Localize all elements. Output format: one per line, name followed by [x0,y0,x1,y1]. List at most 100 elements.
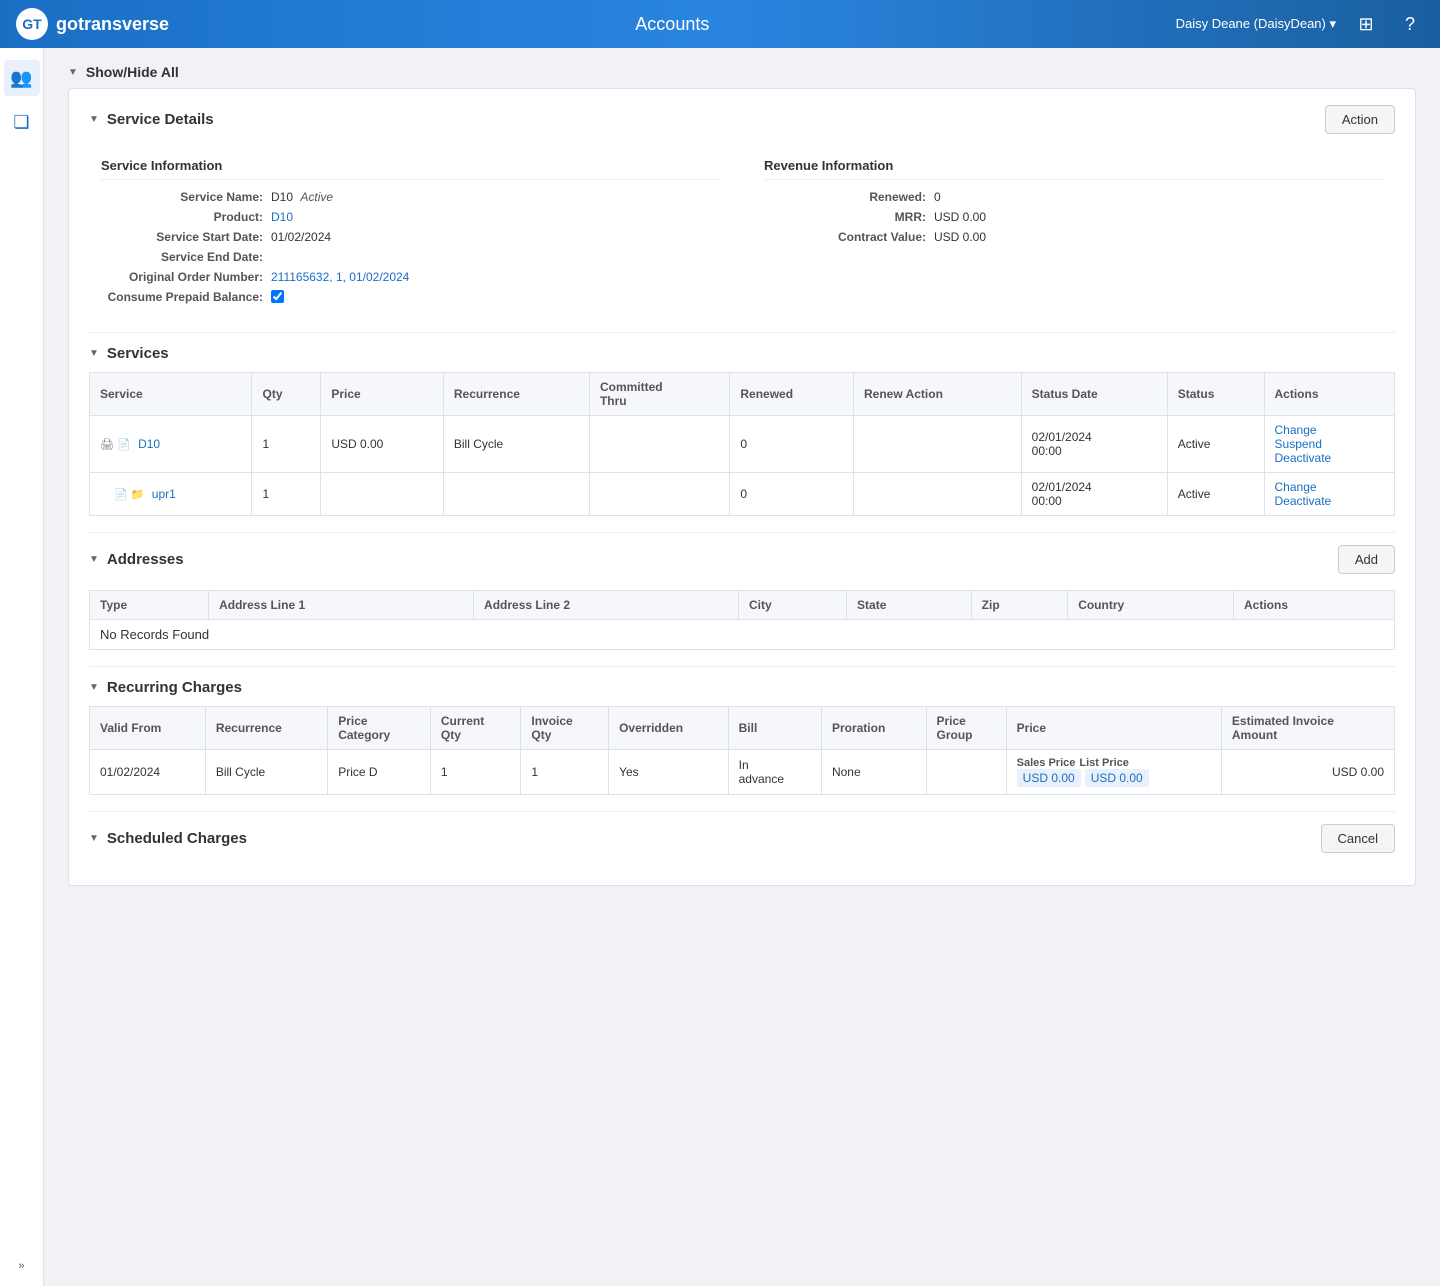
row-icons-upr1: 📄 📁 [114,488,144,501]
recurring-charges-triangle: ▼ [89,682,99,693]
status-date-cell-d10: 02/01/202400:00 [1021,416,1167,473]
recurrence-cell-d10: Bill Cycle [443,416,589,473]
logo-circle: GT [16,8,48,40]
cancel-button[interactable]: Cancel [1321,824,1395,853]
show-hide-triangle: ▼ [68,67,78,78]
deactivate-upr1-action[interactable]: Deactivate [1275,494,1332,508]
addresses-title: ▼ Addresses [89,551,184,568]
services-section: ▼ Services Service Qty Price Recurrence … [89,345,1395,516]
price-values: USD 0.00 USD 0.00 [1017,769,1211,787]
col-state: State [847,591,972,620]
col-service: Service [90,373,252,416]
sidebar-expand-button[interactable]: » [4,1254,40,1278]
show-hide-label: Show/Hide All [86,64,179,80]
change-d10-action[interactable]: Change [1275,423,1317,437]
original-order-link[interactable]: 211165632, 1, 01/02/2024 [271,270,409,284]
help-icon[interactable]: ? [1396,10,1424,38]
main-content: ▼ Show/Hide All ▼ Service Details Action… [44,48,1440,1286]
status-cell-upr1: Active [1167,473,1264,516]
qty-cell: 1 [252,416,321,473]
col-renew-action: Renew Action [854,373,1022,416]
grid-icon[interactable]: ⊞ [1352,10,1380,38]
renewed-cell-d10: 0 [730,416,854,473]
renewed-value: 0 [934,190,1383,204]
product-value: D10 [271,210,720,224]
services-triangle: ▼ [89,348,99,359]
service-start-date-row: Service Start Date: 01/02/2024 [101,230,720,244]
addresses-header: ▼ Addresses Add [89,545,1395,574]
recurring-charges-table: Valid From Recurrence PriceCategory Curr… [89,706,1395,795]
original-order-value: 211165632, 1, 01/02/2024 [271,270,720,284]
col-invoice-qty: InvoiceQty [521,707,609,750]
original-order-label: Original Order Number: [101,270,271,284]
sidebar: 👥 ❏ » [0,48,44,1286]
sidebar-item-copy[interactable]: ❏ [4,104,40,140]
scheduled-charges-section: ▼ Scheduled Charges Cancel [89,824,1395,853]
overridden-cell: Yes [609,750,729,795]
col-current-qty: CurrentQty [430,707,520,750]
add-address-button[interactable]: Add [1338,545,1395,574]
committed-thru-cell-d10 [589,416,729,473]
recurrence-cell-upr1 [443,473,589,516]
product-label: Product: [101,210,271,224]
action-button[interactable]: Action [1325,105,1395,134]
service-name-cell-upr1: 📄 📁 upr1 [90,473,252,516]
deactivate-d10-action[interactable]: Deactivate [1275,451,1332,465]
no-records-label: No Records Found [90,620,1395,650]
original-order-row: Original Order Number: 211165632, 1, 01/… [101,270,720,284]
divider-4 [89,811,1395,812]
price-combined-cell: Sales Price List Price USD 0.00 USD 0.00 [1006,750,1221,795]
col-overridden: Overridden [609,707,729,750]
col-qty: Qty [252,373,321,416]
service-details-section: ▼ Service Details Action Service Informa… [89,105,1395,320]
service-details-header: ▼ Service Details Action [89,105,1395,134]
row-icons: 🖨 📄 [100,438,131,451]
renew-action-cell-d10 [854,416,1022,473]
service-start-date-label: Service Start Date: [101,230,271,244]
col-zip: Zip [971,591,1068,620]
show-hide-all-bar[interactable]: ▼ Show/Hide All [68,64,1416,80]
service-details-triangle: ▼ [89,114,99,125]
app-logo[interactable]: GT gotransverse [16,8,169,40]
change-upr1-action[interactable]: Change [1275,480,1317,494]
consume-prepaid-checkbox[interactable] [271,290,284,303]
app-name: gotransverse [56,14,169,35]
no-records-row: No Records Found [90,620,1395,650]
product-link[interactable]: D10 [271,210,293,224]
actions-cell-d10: Change Suspend Deactivate [1264,416,1394,473]
sidebar-item-users[interactable]: 👥 [4,60,40,96]
divider-2 [89,532,1395,533]
col-recurrence: Recurrence [205,707,327,750]
service-name-row: Service Name: D10 Active [101,190,720,204]
price-group-cell [926,750,1006,795]
col-renewed: Renewed [730,373,854,416]
scheduled-charges-title: ▼ Scheduled Charges [89,830,247,847]
current-qty-cell: 1 [430,750,520,795]
service-upr1-link[interactable]: upr1 [152,487,176,501]
suspend-d10-action[interactable]: Suspend [1275,437,1322,451]
mrr-label: MRR: [764,210,934,224]
mrr-value: USD 0.00 [934,210,1383,224]
recurrence-cell: Bill Cycle [205,750,327,795]
estimated-invoice-cell: USD 0.00 [1221,750,1394,795]
bill-cell: Inadvance [728,750,821,795]
list-price-value: USD 0.00 [1085,769,1149,787]
table-row: 01/02/2024 Bill Cycle Price D 1 1 Yes In… [90,750,1395,795]
price-cell-upr1 [321,473,444,516]
addresses-section: ▼ Addresses Add Type Address Line 1 Addr… [89,545,1395,650]
col-status: Status [1167,373,1264,416]
service-d10-link[interactable]: D10 [138,437,160,451]
col-price: Price [1006,707,1221,750]
col-price-group: PriceGroup [926,707,1006,750]
col-bill: Bill [728,707,821,750]
addresses-triangle: ▼ [89,554,99,565]
top-navigation: GT gotransverse Accounts Daisy Deane (Da… [0,0,1440,48]
recurring-charges-section: ▼ Recurring Charges Valid From Recurrenc… [89,679,1395,795]
col-price-category: PriceCategory [328,707,431,750]
col-type: Type [90,591,209,620]
top-nav-right: Daisy Deane (DaisyDean) ▾ ⊞ ? [1176,10,1424,38]
renewed-label: Renewed: [764,190,934,204]
col-valid-from: Valid From [90,707,206,750]
services-table: Service Qty Price Recurrence CommittedTh… [89,372,1395,516]
user-menu[interactable]: Daisy Deane (DaisyDean) ▾ [1176,16,1336,32]
